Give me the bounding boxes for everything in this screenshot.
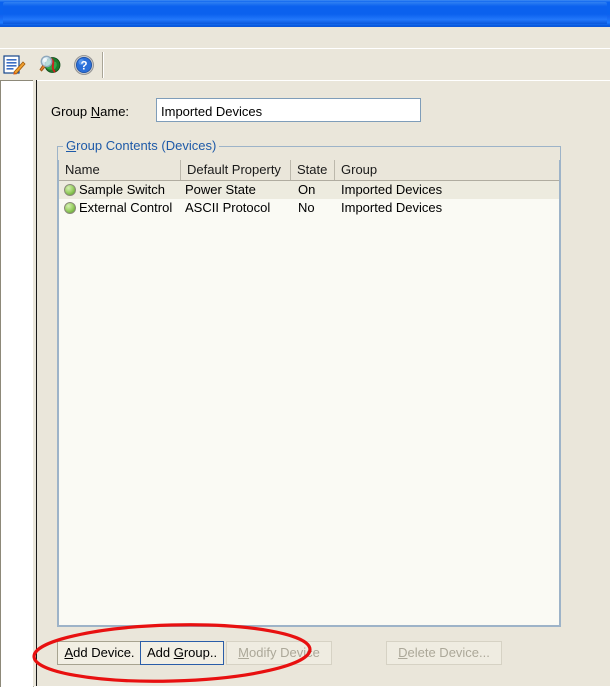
- group-name-label-accel: N: [90, 104, 101, 119]
- add-device-button[interactable]: Add Device.: [57, 641, 142, 665]
- add-group-label: roup..: [183, 645, 218, 660]
- add-group-pre: Add: [146, 645, 174, 660]
- devices-list[interactable]: Name Default Property State Group Sample…: [58, 160, 560, 626]
- add-device-label: dd Device.: [73, 645, 135, 660]
- column-header-state[interactable]: State: [291, 160, 335, 180]
- group-name-label-pre: Group: [51, 104, 91, 119]
- window-title-bar-inner: [3, 2, 607, 24]
- menu-bar[interactable]: [0, 27, 610, 49]
- window-title-bar: [0, 0, 610, 28]
- cell-name: Sample Switch: [79, 182, 165, 197]
- help-icon[interactable]: ?: [72, 53, 96, 77]
- column-header-group[interactable]: Group: [335, 160, 559, 180]
- cell-group: Imported Devices: [341, 200, 443, 215]
- cell-default-property: Power State: [185, 182, 256, 197]
- cell-name: External Control: [79, 200, 173, 215]
- devices-list-header: Name Default Property State Group: [59, 160, 559, 181]
- cell-state: No: [298, 200, 315, 215]
- modify-device-label: odify Device: [249, 645, 320, 660]
- group-contents-title: Group Contents (Devices): [63, 138, 220, 153]
- application-window: ? Group Name: Group Contents (Devices) N…: [0, 0, 610, 687]
- group-name-label-post: ame:: [100, 104, 130, 119]
- device-status-green-icon: [64, 184, 76, 196]
- table-row[interactable]: Sample Switch Power State On Imported De…: [59, 181, 559, 199]
- add-group-accel: G: [173, 645, 184, 660]
- help-icon-svg: ?: [74, 55, 94, 75]
- edit-document-icon[interactable]: [2, 53, 26, 77]
- group-name-input[interactable]: [156, 98, 421, 122]
- column-header-default-property[interactable]: Default Property: [181, 160, 291, 180]
- browse-globe-icon[interactable]: [38, 53, 62, 77]
- add-device-accel: A: [64, 645, 74, 660]
- cell-group: Imported Devices: [341, 182, 443, 197]
- devices-list-body: Sample Switch Power State On Imported De…: [59, 181, 559, 217]
- table-row[interactable]: External Control ASCII Protocol No Impor…: [59, 199, 559, 217]
- group-contents-title-rest: roup Contents (Devices): [76, 138, 217, 153]
- cell-default-property: ASCII Protocol: [185, 200, 271, 215]
- cell-state: On: [298, 182, 316, 197]
- edit-document-icon-svg: [3, 55, 26, 75]
- tree-panel[interactable]: [0, 80, 34, 687]
- toolbar: ?: [0, 48, 610, 82]
- group-name-label: Group Name:: [51, 104, 129, 119]
- toolbar-separator: [102, 52, 104, 78]
- svg-text:?: ?: [80, 61, 87, 73]
- modify-device-button: Modify Device: [226, 641, 332, 665]
- add-group-button[interactable]: Add Group..: [140, 641, 224, 665]
- delete-device-button: Delete Device...: [386, 641, 502, 665]
- device-status-green-icon: [64, 202, 76, 214]
- modify-device-accel: M: [238, 645, 250, 660]
- delete-device-label: elete Device...: [407, 645, 490, 660]
- column-header-name[interactable]: Name: [59, 160, 181, 180]
- browse-globe-icon-svg: [39, 55, 61, 73]
- group-contents-title-accel: G: [66, 138, 77, 153]
- delete-device-accel: D: [398, 645, 408, 660]
